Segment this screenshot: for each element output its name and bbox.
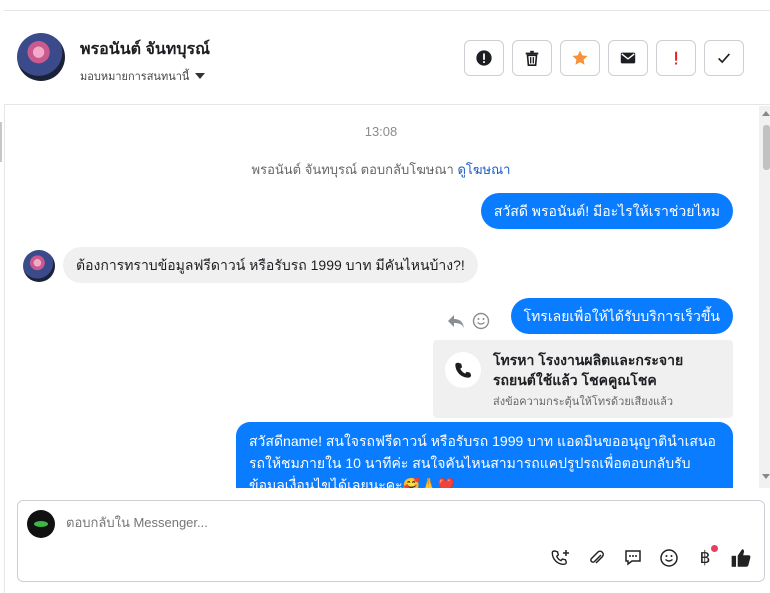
panel-divider [0,122,2,162]
message-hover-tools [446,312,490,330]
message-composer: ฿ [17,500,765,582]
assign-conversation-dropdown[interactable]: มอบหมายการสนทนานี้ [80,67,206,85]
outgoing-message[interactable]: สวัสดี พรอนันต์! มีอะไรให้เราช่วยไหม [480,193,733,229]
emoji-button[interactable] [658,547,680,569]
reply-icon[interactable] [446,312,466,330]
emoji-react-icon[interactable] [472,312,490,330]
envelope-icon [620,52,636,64]
phone-icon [445,352,481,388]
view-ad-link[interactable]: ดูโฆษณา [457,162,510,177]
call-card-subtitle: ส่งข้อความกระตุ้นให้โทรด้วยเสียงแล้ว [493,396,674,408]
scroll-thumb[interactable] [763,125,770,170]
message-timestamp: 13:08 [364,124,398,139]
page-avatar [27,510,55,538]
exclamation-icon [675,51,678,65]
emoji-icon [660,549,678,567]
attach-file-button[interactable] [586,547,608,569]
scroll-up-arrow[interactable] [762,111,770,116]
message-input[interactable] [66,515,666,530]
mark-done-button[interactable] [704,40,744,76]
contact-avatar[interactable] [17,33,65,81]
delete-button[interactable] [512,40,552,76]
incoming-message[interactable]: ต้องการทราบข้อมูลฟรีดาวน์ หรือรับรถ 1999… [63,247,478,283]
assign-label: มอบหมายการสนทนานี้ [80,71,190,83]
trash-icon [525,50,539,67]
contact-name[interactable]: พรอนันต์ จันทบุรณ์ [80,37,210,62]
outgoing-message[interactable]: สวัสดีname! สนใจรถฟรีดาวน์ หรือรับรถ 199… [236,422,733,488]
saved-reply-icon [625,550,641,566]
follow-up-button[interactable] [656,40,696,76]
composer-toolbar: ฿ [550,545,752,569]
alert-circle-icon [476,50,492,66]
ad-reply-note: พรอนันต์ จันทบุรณ์ ตอบกลับโฆษณา ดูโฆษณา [4,159,758,180]
scroll-down-arrow[interactable] [762,474,770,479]
saved-replies-button[interactable] [622,547,644,569]
message-list[interactable]: 13:08 พรอนันต์ จันทบุรณ์ ตอบกลับโฆษณา ดู… [4,106,758,488]
like-button[interactable] [730,547,752,569]
check-icon [718,53,731,64]
ad-reply-text: พรอนันต์ จันทบุรณ์ ตอบกลับโฆษณา [251,162,454,177]
spam-button[interactable] [464,40,504,76]
baht-payment-icon: ฿ [699,548,711,568]
add-call-button[interactable] [550,547,572,569]
caret-down-icon [195,73,206,79]
call-card-title: โทรหา โรงงานผลิตและกระจายรถยนต์ใช้แล้ว โ… [493,352,684,388]
star-button[interactable] [560,40,600,76]
header-actions [464,40,744,76]
mark-unread-button[interactable] [608,40,648,76]
like-icon [731,549,751,567]
contact-avatar-small [23,250,55,282]
paperclip-icon [590,550,604,564]
payment-button[interactable]: ฿ [694,545,718,569]
conversation-header: พรอนันต์ จันทบุรณ์ มอบหมายการสนทนานี้ [4,11,770,105]
outgoing-message[interactable]: โทรเลยเพื่อให้ได้รับบริการเร็วขึ้น [510,298,733,334]
add-call-icon [551,550,569,566]
notification-dot [711,545,718,552]
call-request-card[interactable]: โทรหา โรงงานผลิตและกระจายรถยนต์ใช้แล้ว โ… [433,340,733,418]
star-icon [572,50,588,65]
